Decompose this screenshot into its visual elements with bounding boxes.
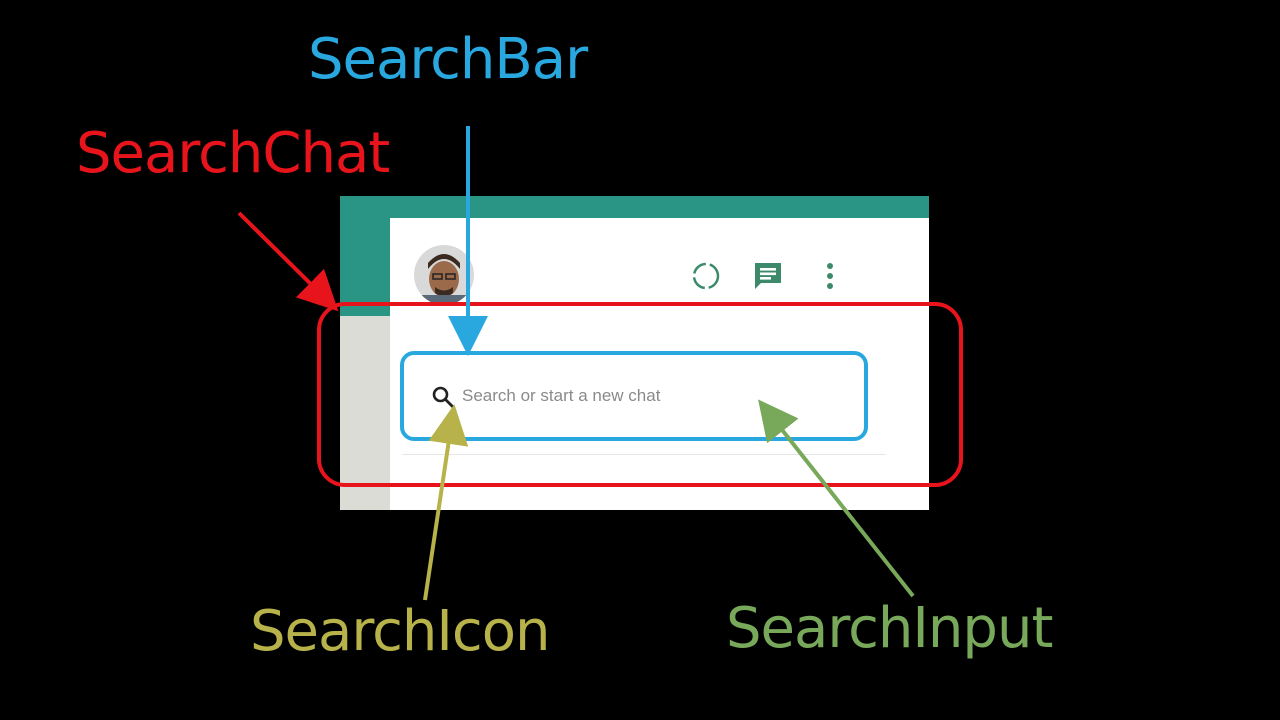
searchbar-annotation-label: SearchBar xyxy=(308,27,588,92)
search-input[interactable] xyxy=(462,383,842,409)
left-strip xyxy=(340,218,390,510)
searchchat-arrow xyxy=(237,211,339,312)
searchchat-annotation-label: SearchChat xyxy=(76,121,390,186)
divider xyxy=(402,454,886,455)
chat-list-panel xyxy=(390,218,929,510)
whatsapp-window xyxy=(340,196,929,510)
window-topbar xyxy=(340,196,929,218)
search-icon[interactable] xyxy=(431,385,455,409)
left-strip-accent xyxy=(340,218,390,316)
search-bar[interactable] xyxy=(420,353,854,423)
status-icon[interactable] xyxy=(690,260,722,292)
searchinput-annotation-label: SearchInput xyxy=(726,596,1053,661)
menu-icon[interactable] xyxy=(814,260,846,292)
searchicon-annotation-label: SearchIcon xyxy=(250,599,550,664)
new-chat-icon[interactable] xyxy=(752,260,784,292)
avatar[interactable] xyxy=(414,245,474,305)
annotated-screenshot: SearchBar SearchChat SearchIcon SearchIn… xyxy=(0,0,1280,720)
